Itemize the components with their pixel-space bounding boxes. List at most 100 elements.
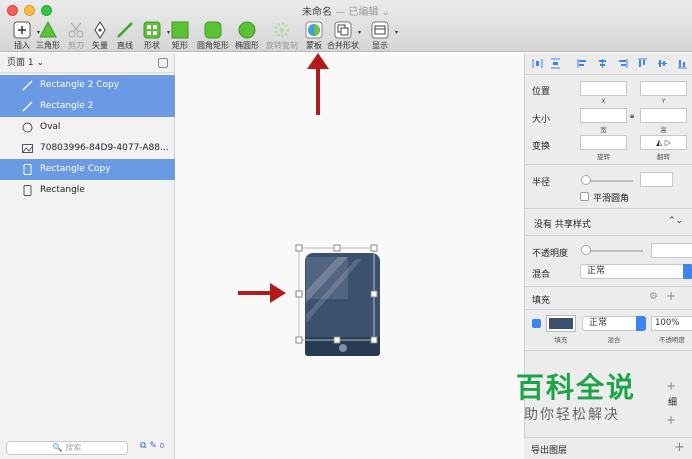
oval-icon xyxy=(238,21,256,39)
flip-caption: 翻转 xyxy=(657,153,670,161)
smooth-corners-label: 平滑圆角 xyxy=(593,194,630,204)
opacity-slider-track[interactable] xyxy=(583,250,643,252)
add-border-icon[interactable]: + xyxy=(666,379,676,393)
flip-buttons[interactable]: ◭ ▷ xyxy=(640,135,687,150)
align-top-icon[interactable] xyxy=(637,58,648,69)
rectangle-icon xyxy=(171,21,189,39)
shared-style-label[interactable]: 没有 共享样式 xyxy=(534,217,591,230)
fill-settings-icon[interactable]: ⚙ xyxy=(649,291,658,302)
tablet-artwork[interactable] xyxy=(305,253,380,356)
canvas-artwork xyxy=(238,53,380,356)
combine-shapes-icon xyxy=(334,21,352,39)
align-bottom-icon[interactable] xyxy=(677,58,688,69)
layer-item[interactable]: Rectangle 2 Copy xyxy=(0,75,175,96)
distribute-horizontal-icon[interactable] xyxy=(532,58,543,69)
fill-opacity-caption: 不透明度 xyxy=(659,336,685,344)
fill-opacity-input[interactable]: 100% xyxy=(651,316,692,331)
fill-section-label: 填充 xyxy=(532,296,551,306)
fill-color-swatch[interactable] xyxy=(546,315,576,332)
opacity-label: 不透明度 xyxy=(532,249,569,259)
blend-select[interactable]: 正常 xyxy=(580,264,692,279)
fill-color xyxy=(549,318,573,329)
page-label[interactable]: 页面 1 ⌄ xyxy=(7,58,44,68)
layer-item[interactable]: Rectangle Copy xyxy=(0,159,175,180)
opacity-slider-knob[interactable] xyxy=(581,245,591,255)
annotation-arrow-right xyxy=(238,283,286,303)
divider xyxy=(525,164,692,165)
layer-name: Rectangle 2 Copy xyxy=(40,80,120,90)
layer-name: Rectangle Copy xyxy=(40,164,111,174)
blend-value: 正常 xyxy=(587,266,606,276)
view-tool[interactable]: ▾ 显示 xyxy=(360,19,400,51)
blend-label: 混合 xyxy=(532,270,551,280)
add-fill-icon[interactable]: + xyxy=(666,289,676,303)
y-input[interactable] xyxy=(640,81,687,96)
add-export-icon[interactable]: + xyxy=(674,440,685,455)
layer-name: Rectangle xyxy=(40,185,85,195)
x-caption: X xyxy=(601,97,606,105)
sidebar-count: 0 xyxy=(159,442,165,450)
watermark-title: 百科全说 xyxy=(516,371,637,404)
layer-search-input[interactable]: 🔍 搜索 xyxy=(6,441,128,455)
design-canvas[interactable] xyxy=(176,53,524,459)
flip-vertical-icon[interactable]: ▷ xyxy=(665,138,671,147)
watermark-subtitle: 助你轻松解决 xyxy=(524,407,620,423)
fill-blend-select[interactable]: 正常 xyxy=(582,316,646,331)
view-caret-icon: ▾ xyxy=(394,29,398,36)
document-status[interactable]: — 已编辑 ⌄ xyxy=(335,7,390,18)
x-input[interactable] xyxy=(580,81,627,96)
oval-layer-icon xyxy=(22,122,33,133)
layer-item[interactable]: 70803996-84D9-4077-A88... xyxy=(0,138,175,159)
fill-caption: 填充 xyxy=(554,336,568,344)
height-input[interactable] xyxy=(640,108,687,123)
size-label: 大小 xyxy=(532,115,551,125)
rotate-input[interactable] xyxy=(580,135,627,150)
position-label: 位置 xyxy=(532,87,551,97)
divider xyxy=(525,235,692,236)
align-left-icon[interactable] xyxy=(577,58,588,69)
align-center-icon[interactable] xyxy=(597,58,608,69)
lock-icon[interactable]: 🔒︎ xyxy=(630,111,634,121)
layer-name: Rectangle 2 xyxy=(40,101,94,111)
fill-blend-stepper-icon xyxy=(636,316,646,331)
stepper-icon[interactable]: ⌃⌄ xyxy=(668,216,683,226)
smooth-corners-checkbox[interactable] xyxy=(580,192,589,201)
width-input[interactable] xyxy=(580,108,627,123)
partial-label: 细 xyxy=(668,398,678,408)
image-layer-icon xyxy=(22,144,33,153)
divider xyxy=(525,350,692,351)
layer-item[interactable]: Rectangle xyxy=(0,180,175,201)
sidebar-tools: ⧉ ✎ 0 xyxy=(140,441,164,451)
add-page-icon[interactable] xyxy=(158,58,168,68)
rectangle-layer-icon xyxy=(23,185,32,196)
window-titlebar: 未命名 — 已编辑 ⌄ ▾ 插入 三角形 剪刀 矢量 直线 ▾ 形状 矩形 圆角… xyxy=(0,0,692,52)
triangle-icon xyxy=(39,21,57,38)
divider xyxy=(525,286,692,287)
document-title: 未命名 — 已编辑 ⌄ xyxy=(0,3,692,18)
layer-item[interactable]: Oval xyxy=(0,117,175,138)
radius-input[interactable] xyxy=(640,172,673,187)
line-layer-icon xyxy=(22,101,33,112)
tool-label: 显示 xyxy=(372,41,388,50)
page-selector[interactable]: 页面 1 ⌄ xyxy=(0,53,174,73)
copy-icon[interactable]: ⧉ xyxy=(140,441,146,451)
align-middle-icon[interactable] xyxy=(657,58,668,69)
fill-enabled-checkbox[interactable] xyxy=(532,319,541,328)
layer-item[interactable]: Rectangle 2 xyxy=(0,96,175,117)
add-shadow-icon[interactable]: + xyxy=(666,413,676,427)
rotate-copy-icon xyxy=(274,22,290,38)
shapes-icon xyxy=(143,21,161,39)
distribute-vertical-icon[interactable] xyxy=(550,58,561,69)
mask-icon xyxy=(305,21,323,39)
layers-sidebar: 页面 1 ⌄ Rectangle 2 Copy Rectangle 2 Oval… xyxy=(0,53,175,459)
flip-horizontal-icon[interactable]: ◭ xyxy=(656,138,662,147)
blend-stepper-icon xyxy=(683,264,692,279)
pen-icon[interactable]: ✎ xyxy=(149,441,157,451)
alignment-toolbar xyxy=(525,53,692,75)
fill-blend-value: 正常 xyxy=(589,318,608,328)
opacity-input[interactable] xyxy=(651,243,692,258)
radius-slider-knob[interactable] xyxy=(581,175,591,185)
align-right-icon[interactable] xyxy=(617,58,628,69)
export-label: 导出图层 xyxy=(531,446,568,456)
export-bar: 导出图层 + xyxy=(524,437,692,459)
